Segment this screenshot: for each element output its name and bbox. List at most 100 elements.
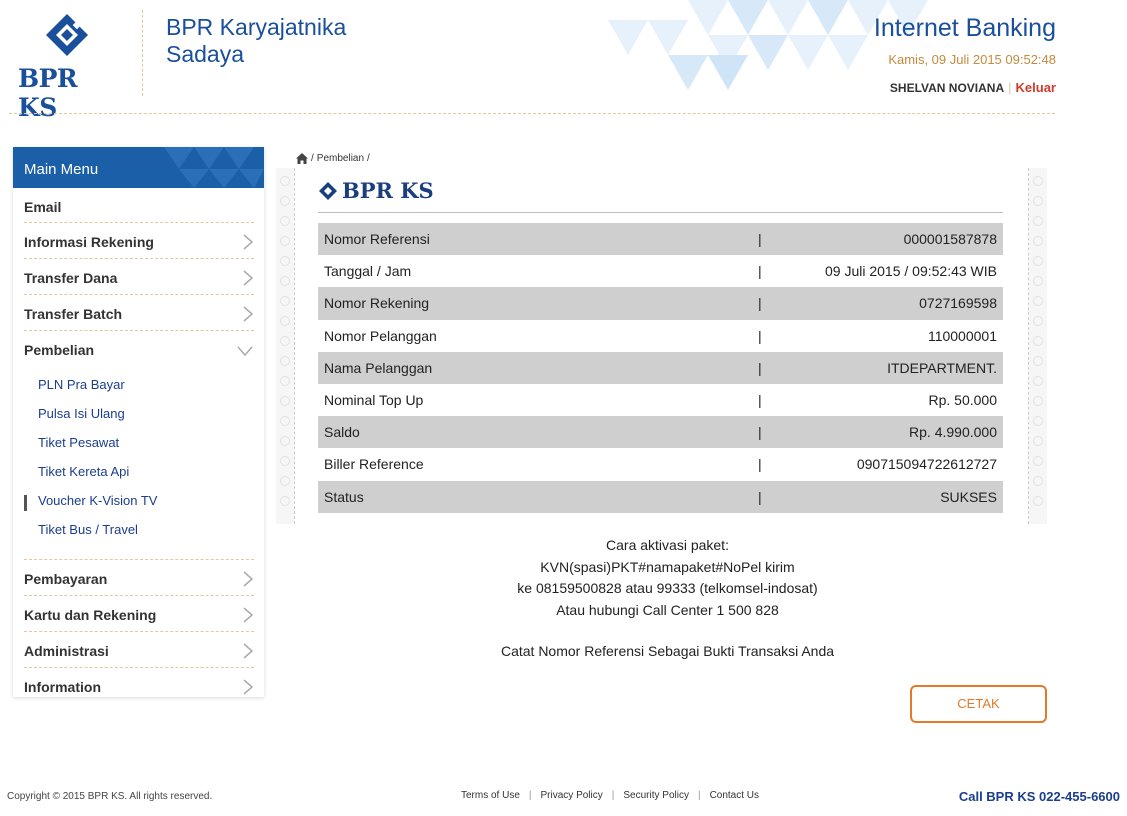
instruction-line: ke 08159500828 atau 99333 (telkomsel-ind… [517, 580, 818, 596]
table-row: Status | SUKSES [318, 480, 1003, 513]
sidebar-item-transfer-dana[interactable]: Transfer Dana [24, 259, 254, 295]
sidebar-item-email[interactable]: Email [24, 188, 254, 223]
sidebar-item-kartu-dan-rekening[interactable]: Kartu dan Rekening [24, 596, 254, 632]
home-icon[interactable] [296, 153, 308, 164]
row-label: Nominal Top Up [324, 392, 424, 409]
row-separator: | [758, 287, 798, 320]
row-value: 110000001 [927, 327, 997, 344]
main-menu-title: Main Menu [24, 161, 99, 178]
chevron-right-icon [243, 679, 254, 695]
row-value: Rp. 4.990.000 [798, 416, 1003, 449]
row-value: Rp. 50.000 [928, 392, 998, 409]
receipt-divider [318, 212, 1003, 213]
transaction-receipt: BPR KS Nomor Referensi | 000001587878 Ta… [276, 168, 1047, 524]
row-label: Nomor Referensi [318, 223, 758, 256]
breadcrumb-separator: / [311, 153, 314, 164]
row-value: ITDEPARTMENT. [798, 351, 1003, 384]
row-separator: | [758, 263, 762, 280]
menu-header-pattern [164, 147, 264, 188]
sidebar: Main Menu Email Informasi Rekening Trans… [13, 147, 264, 697]
chevron-right-icon [243, 607, 254, 623]
table-row: Nominal Top Up | Rp. 50.000 [318, 384, 1003, 416]
footer-links: Terms of Use | Privacy Policy | Security… [452, 790, 768, 801]
contact-us-link[interactable]: Contact Us [701, 790, 768, 801]
instruction-line: Atau hubungi Call Center 1 500 828 [556, 601, 779, 618]
row-separator: | [758, 392, 762, 409]
submenu-item-pulsa-isi-ulang[interactable]: Pulsa Isi Ulang [24, 400, 254, 429]
sidebar-item-label: Email [24, 199, 62, 215]
bank-logo[interactable]: BPR KS [14, 12, 124, 122]
table-row: Biller Reference | 090715094722612727 [318, 448, 1003, 480]
privacy-policy-link[interactable]: Privacy Policy [532, 790, 612, 801]
copyright-text: Copyright © 2015 BPR KS. All rights rese… [7, 791, 213, 802]
logout-link[interactable]: Keluar [1016, 80, 1056, 95]
security-policy-link[interactable]: Security Policy [614, 790, 698, 801]
sidebar-item-pembayaran[interactable]: Pembayaran [24, 560, 254, 596]
sidebar-item-label: Pembelian [24, 342, 95, 358]
breadcrumb: / Pembelian / [296, 153, 370, 164]
print-button[interactable]: CETAK [910, 685, 1047, 723]
user-name: SHELVAN NOVIANA [889, 81, 1005, 95]
logo-diamond-icon [46, 14, 88, 56]
activation-instructions: Cara aktivasi paket: KVN(spasi)PKT#namap… [276, 535, 1059, 621]
perforation-holes [1033, 176, 1043, 506]
chevron-right-icon [243, 234, 254, 250]
instruction-line: KVN(spasi)PKT#namapaket#NoPel kirim [540, 558, 795, 575]
row-separator: | [758, 480, 798, 513]
row-label: Status [318, 480, 758, 513]
submenu-item-tiket-pesawat[interactable]: Tiket Pesawat [24, 429, 254, 458]
row-value: 09 Juli 2015 / 09:52:43 WIB [825, 263, 997, 280]
logo-diamond-icon [319, 181, 337, 200]
main-menu-header: Main Menu [13, 147, 264, 188]
submenu-pembelian: PLN Pra Bayar Pulsa Isi Ulang Tiket Pesa… [24, 367, 254, 560]
submenu-item-tiket-kereta-api[interactable]: Tiket Kereta Api [24, 458, 254, 487]
row-value: SUKSES [798, 480, 1003, 513]
chevron-down-icon [237, 346, 253, 357]
sidebar-item-informasi-rekening[interactable]: Informasi Rekening [24, 223, 254, 259]
row-separator: | [758, 223, 798, 256]
submenu-item-voucher-k-vision-tv[interactable]: Voucher K-Vision TV [24, 487, 254, 516]
sidebar-item-pembelian[interactable]: Pembelian [24, 331, 254, 367]
submenu-item-pln-pra-bayar[interactable]: PLN Pra Bayar [24, 371, 254, 400]
chevron-right-icon [243, 643, 254, 659]
terms-of-use-link[interactable]: Terms of Use [452, 790, 529, 801]
perforation-holes [280, 176, 290, 506]
row-label: Biller Reference [324, 456, 424, 473]
sidebar-item-label: Transfer Dana [24, 270, 118, 286]
sidebar-item-transfer-batch[interactable]: Transfer Batch [24, 295, 254, 331]
row-label: Nomor Pelanggan [324, 327, 437, 344]
receipt-details-table: Nomor Referensi | 000001587878 Tanggal /… [318, 223, 1003, 513]
row-separator: | [758, 351, 798, 384]
sidebar-item-label: Kartu dan Rekening [24, 607, 157, 623]
row-value: 000001587878 [798, 223, 1003, 256]
receipt-logo-text: BPR KS [342, 178, 434, 203]
chevron-right-icon [243, 571, 254, 587]
submenu-item-tiket-bus-travel[interactable]: Tiket Bus / Travel [24, 516, 254, 545]
app-title: Internet Banking [873, 14, 1056, 42]
row-label: Saldo [318, 416, 758, 449]
instruction-line: Cara aktivasi paket: [606, 537, 729, 553]
call-center-number: Call BPR KS 022-455-6600 [958, 789, 1120, 804]
table-row: Tanggal / Jam | 09 Juli 2015 / 09:52:43 … [318, 255, 1003, 287]
receipt-logo: BPR KS [318, 178, 434, 203]
sidebar-item-label: Pembayaran [24, 571, 108, 587]
bank-name: BPR Karyajatnika Sadaya [166, 14, 347, 67]
header-divider [142, 10, 143, 96]
sidebar-item-information[interactable]: Information [24, 668, 254, 704]
chevron-right-icon [243, 306, 254, 322]
sidebar-item-label: Transfer Batch [24, 306, 123, 322]
breadcrumb-current[interactable]: Pembelian [317, 153, 364, 164]
sidebar-item-label: Informasi Rekening [24, 234, 154, 250]
sidebar-item-label: Information [24, 679, 101, 695]
reference-reminder: Catat Nomor Referensi Sebagai Bukti Tran… [500, 643, 835, 659]
sidebar-item-label: Administrasi [24, 643, 109, 659]
user-bar: SHELVAN NOVIANA | Keluar [890, 80, 1056, 95]
table-row: Nomor Pelanggan | 110000001 [318, 320, 1003, 352]
user-separator: | [1008, 80, 1012, 95]
row-value: 0727169598 [798, 287, 1003, 320]
row-value: 090715094722612727 [856, 456, 997, 473]
row-separator: | [758, 327, 762, 344]
chevron-right-icon [243, 270, 254, 286]
row-label: Nomor Rekening [318, 287, 758, 320]
sidebar-item-administrasi[interactable]: Administrasi [24, 632, 254, 668]
